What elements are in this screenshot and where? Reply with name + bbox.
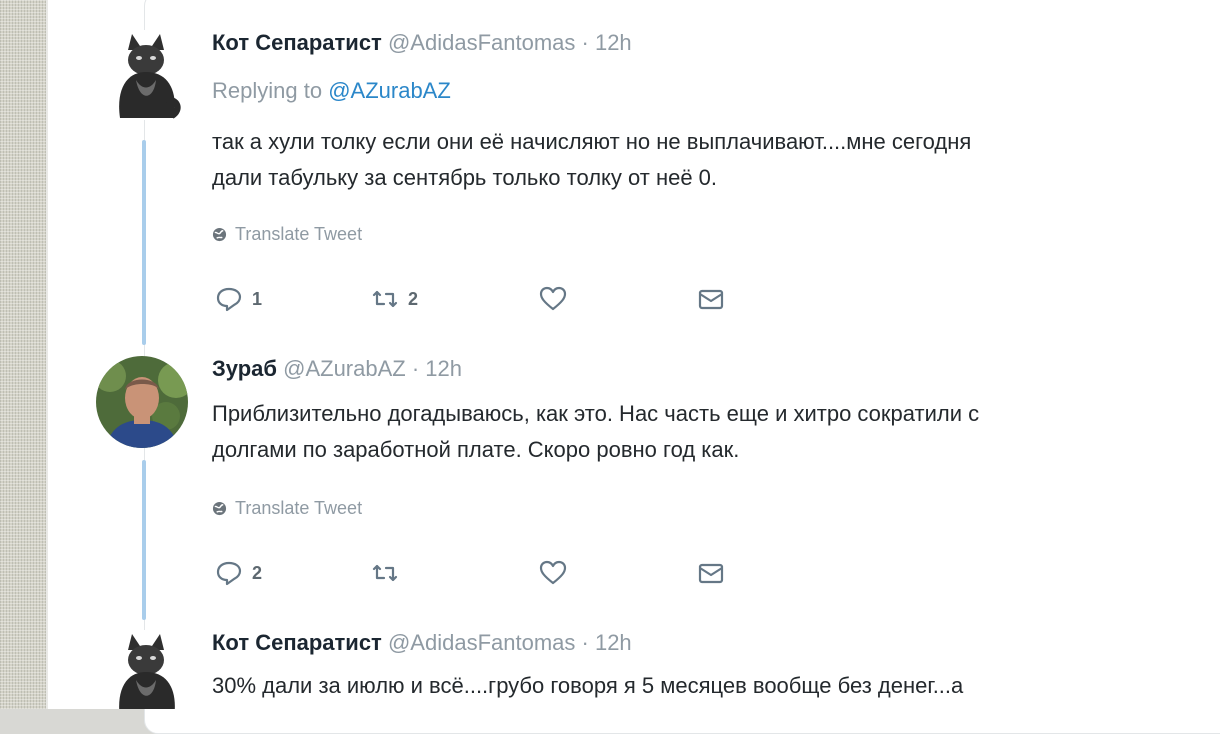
translate-tweet-link[interactable]: Translate Tweet [212,498,362,519]
translate-label: Translate Tweet [235,498,363,518]
tweet-text: Приблизительно догадываюсь, как это. Нас… [212,396,1187,468]
tweet-text-line: 30% дали за июлю и всё....грубо говоря я… [212,673,964,698]
retweet-icon [372,564,398,582]
author-handle[interactable]: @AZurabAZ [283,356,406,381]
retweet-button[interactable] [370,558,400,588]
tweet-text-line: дали табульку за сентябрь только толку о… [212,165,718,190]
replying-to: Replying to @AZurabAZ [212,78,451,104]
globe-icon [212,227,227,242]
like-button[interactable] [538,284,568,314]
man-photo-avatar-icon[interactable] [96,356,188,448]
author-name[interactable]: Зураб [212,356,277,381]
cat-avatar-icon[interactable] [106,630,186,709]
author-handle[interactable]: @AdidasFantomas [388,30,575,55]
reply-icon [216,287,242,312]
replying-prefix: Replying to [212,78,323,103]
envelope-icon [698,563,724,584]
globe-icon [212,501,227,516]
tweet-text: 30% дали за июлю и всё....грубо говоря я… [212,668,1187,704]
page-panel [48,0,1220,734]
reply-count: 2 [252,562,263,583]
tweet-header: Зураб @AZurabAZ · 12h [212,356,462,382]
translate-label: Translate Tweet [235,224,363,244]
tweet-actions: 1 2 [214,284,774,314]
reply-count: 1 [252,288,263,309]
heart-icon [539,560,567,585]
translate-tweet-link[interactable]: Translate Tweet [212,224,362,245]
mention-link[interactable]: @AZurabAZ [328,78,451,103]
retweet-count: 2 [408,288,419,309]
side-pattern [0,0,46,709]
tweet-text-line: так а хули толку если они её начисляют н… [212,129,972,154]
thread-line [142,140,146,345]
retweet-button[interactable]: 2 [370,284,418,314]
author-name[interactable]: Кот Сепаратист [212,630,382,655]
direct-message-button[interactable] [696,284,726,314]
retweet-icon [372,290,398,308]
heart-icon [539,286,567,311]
reply-icon [216,561,242,586]
envelope-icon [698,289,724,310]
tweet-text-line: Приблизительно догадываюсь, как это. Нас… [212,401,980,426]
thread-line [142,460,146,620]
cat-avatar-icon[interactable] [106,30,186,120]
like-button[interactable] [538,558,568,588]
tweet-header: Кот Сепаратист @AdidasFantomas · 12h [212,630,632,656]
tweet-time[interactable]: · 12h [582,630,632,655]
tweet-time[interactable]: · 12h [412,356,462,381]
author-handle[interactable]: @AdidasFantomas [388,630,575,655]
author-name[interactable]: Кот Сепаратист [212,30,382,55]
direct-message-button[interactable] [696,558,726,588]
reply-button[interactable]: 2 [214,558,262,588]
tweet-time[interactable]: · 12h [582,30,632,55]
reply-button[interactable]: 1 [214,284,262,314]
tweet-text-line: долгами по заработной плате. Скоро ровно… [212,437,740,462]
tweet-text: так а хули толку если они её начисляют н… [212,124,1187,196]
tweet-header: Кот Сепаратист @AdidasFantomas · 12h [212,30,632,56]
tweet-actions: 2 [214,558,774,588]
